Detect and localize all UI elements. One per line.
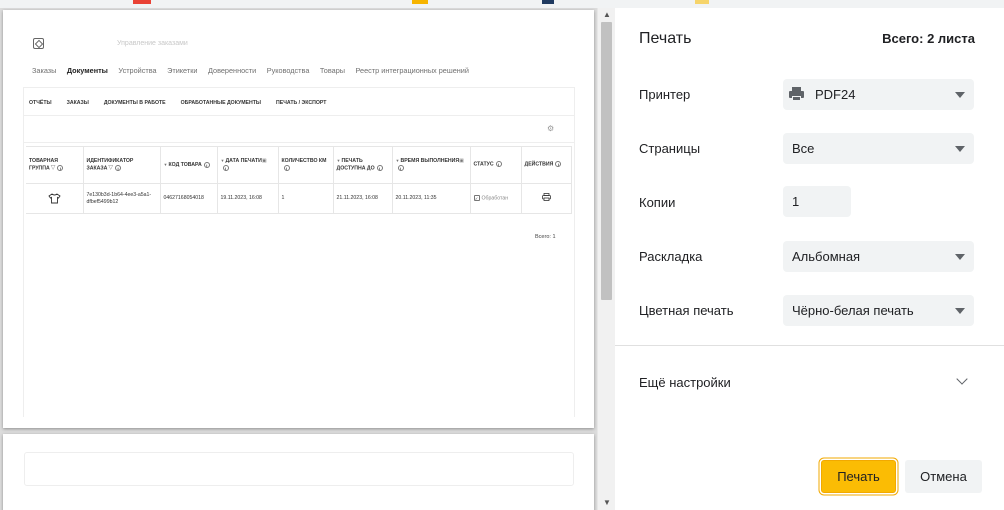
cell-code: 04627168054018 [160,183,218,214]
nav-item: Заказы [32,66,57,75]
col-header-group: ТОВАРНАЯ ГРУППА▽ i [26,146,84,184]
tab-favicon [695,0,709,4]
nav-item: Реестр интеграционных решений [355,66,469,75]
browser-bar-strip [0,0,1004,8]
dropdown-caret-icon [955,308,965,314]
sub-tabs: ОТЧЁТЫ ЗАКАЗЫ ДОКУМЕНТЫ В РАБОТЕ ОБРАБОТ… [29,100,341,106]
cell-status: ✓ Обработан [470,183,522,214]
sort-icon: ▼ [395,158,400,164]
sub-tab: ДОКУМЕНТЫ В РАБОТЕ [103,100,166,106]
scroll-thumb[interactable] [601,22,612,300]
main-nav: Заказы Документы Устройства Этикетки Дов… [32,66,479,75]
table-header-row: ТОВАРНАЯ ГРУППА▽ i ИДЕНТИФИКАТОР ЗАКАЗА▽ i… [26,146,572,184]
column-settings-icon: ⚙ [547,124,555,133]
app-title: Управление заказами [117,40,188,47]
calendar-icon: ▣ [261,158,267,165]
cell-order-id: 7e130b3d-1b64-4ee3-a5a1-dfbef5499b12 [83,183,161,214]
info-icon: i [397,165,404,172]
printer-icon [521,183,572,214]
printer-select[interactable]: PDF24 [783,79,974,110]
color-value: Чёрно-белая печать [792,303,914,318]
sub-tab: ОБРАБОТАННЫЕ ДОКУМЕНТЫ [180,100,262,106]
tshirt-icon [26,183,84,214]
pages-label: Страницы [639,141,701,156]
col-header-print-until: ▼ПЕЧАТЬ ДОСТУПНА ДО i [333,146,393,184]
info-icon: i [283,164,290,171]
nav-item: Этикетки [167,66,198,75]
layout-value: Альбомная [792,249,861,264]
sub-tab: ОТЧЁТЫ [29,100,52,106]
printer-label: Принтер [639,87,691,102]
nav-item: Устройства [118,66,157,75]
color-select[interactable]: Чёрно-белая печать [783,295,974,326]
nav-item-active: Документы [66,66,108,75]
info-icon: i [115,164,122,171]
calendar-icon: ▣ [459,158,464,165]
info-icon: i [57,164,64,171]
dropdown-caret-icon [955,146,965,152]
sheet-count: Всего: 2 листа [882,31,975,46]
sub-tab: ЗАКАЗЫ [66,100,89,106]
col-header-actions: ДЕЙСТВИЯ i [521,146,572,184]
filter-icon: ▽ [108,165,114,172]
app-logo-icon [33,38,44,49]
printer-icon [789,87,804,101]
checkbox-icon: ✓ [473,194,480,201]
cancel-button[interactable]: Отмена [905,460,982,493]
cell-print-until: 21.11.2023, 16:08 [333,183,393,214]
content-card [24,452,574,486]
info-icon: i [376,165,383,172]
printer-value: PDF24 [815,87,856,102]
tab-favicon [133,0,151,4]
layout-label: Раскладка [639,249,703,264]
tab-favicon [412,0,428,4]
chevron-down-icon[interactable] [956,373,968,385]
sort-icon: ▼ [220,158,225,164]
table-toolbar [23,115,575,143]
preview-scrollbar[interactable]: ▲ ▼ [597,8,615,510]
table-row: 7e130b3d-1b64-4ee3-a5a1-dfbef5499b12 046… [26,183,572,214]
tab-favicon [542,0,554,4]
dropdown-caret-icon [955,92,965,98]
print-settings-panel: Печать Всего: 2 листа Принтер PDF24 Стра… [615,8,1004,510]
copies-label: Копии [639,195,676,210]
table-total: Всего: 1 [535,234,556,240]
divider [615,345,1004,346]
sub-tab: ПЕЧАТЬ / ЭКСПОРТ [276,100,327,106]
info-icon: i [222,165,229,172]
preview-page-1: Управление заказами Заказы Документы Уст… [3,10,594,428]
info-icon: i [495,161,502,168]
preview-page-2 [3,434,594,510]
info-icon: i [203,161,210,168]
nav-item: Доверенности [207,66,257,75]
print-preview-area[interactable]: Управление заказами Заказы Документы Уст… [0,8,597,510]
col-header-order-id: ИДЕНТИФИКАТОР ЗАКАЗА▽ i [83,146,161,184]
copies-input[interactable] [783,186,851,217]
more-settings-toggle[interactable]: Ещё настройки [639,375,731,390]
layout-select[interactable]: Альбомная [783,241,974,272]
scroll-down-icon[interactable]: ▼ [598,496,616,510]
cell-km-count: 1 [278,183,334,214]
col-header-status: СТАТУС i [470,146,522,184]
cell-exec-time: 20.11.2023, 11:35 [392,183,471,214]
sort-icon: ▼ [336,158,341,164]
nav-item: Товары [319,66,345,75]
scroll-up-icon[interactable]: ▲ [598,8,616,22]
nav-item: Руководства [266,66,310,75]
orders-table: ТОВАРНАЯ ГРУППА▽ i ИДЕНТИФИКАТОР ЗАКАЗА▽ i… [26,146,572,214]
col-header-code: ▼КОД ТОВАРА i [160,146,218,184]
dropdown-caret-icon [955,254,965,260]
pages-value: Все [792,141,815,156]
sort-icon: ▼ [163,162,168,167]
color-label: Цветная печать [639,303,734,318]
pages-select[interactable]: Все [783,133,974,164]
cell-print-date: 19.11.2023, 16:08 [217,183,279,214]
panel-title: Печать [639,30,692,47]
print-button[interactable]: Печать [821,460,896,493]
col-header-print-date: ▼ДАТА ПЕЧАТИ▣i [217,146,279,184]
col-header-exec-time: ▼ВРЕМЯ ВЫПОЛНЕНИЯ▣i [392,146,471,184]
col-header-km-count: КОЛИЧЕСТВО КМi [278,146,334,184]
info-icon: i [555,161,562,168]
filter-icon: ▽ [50,165,56,172]
